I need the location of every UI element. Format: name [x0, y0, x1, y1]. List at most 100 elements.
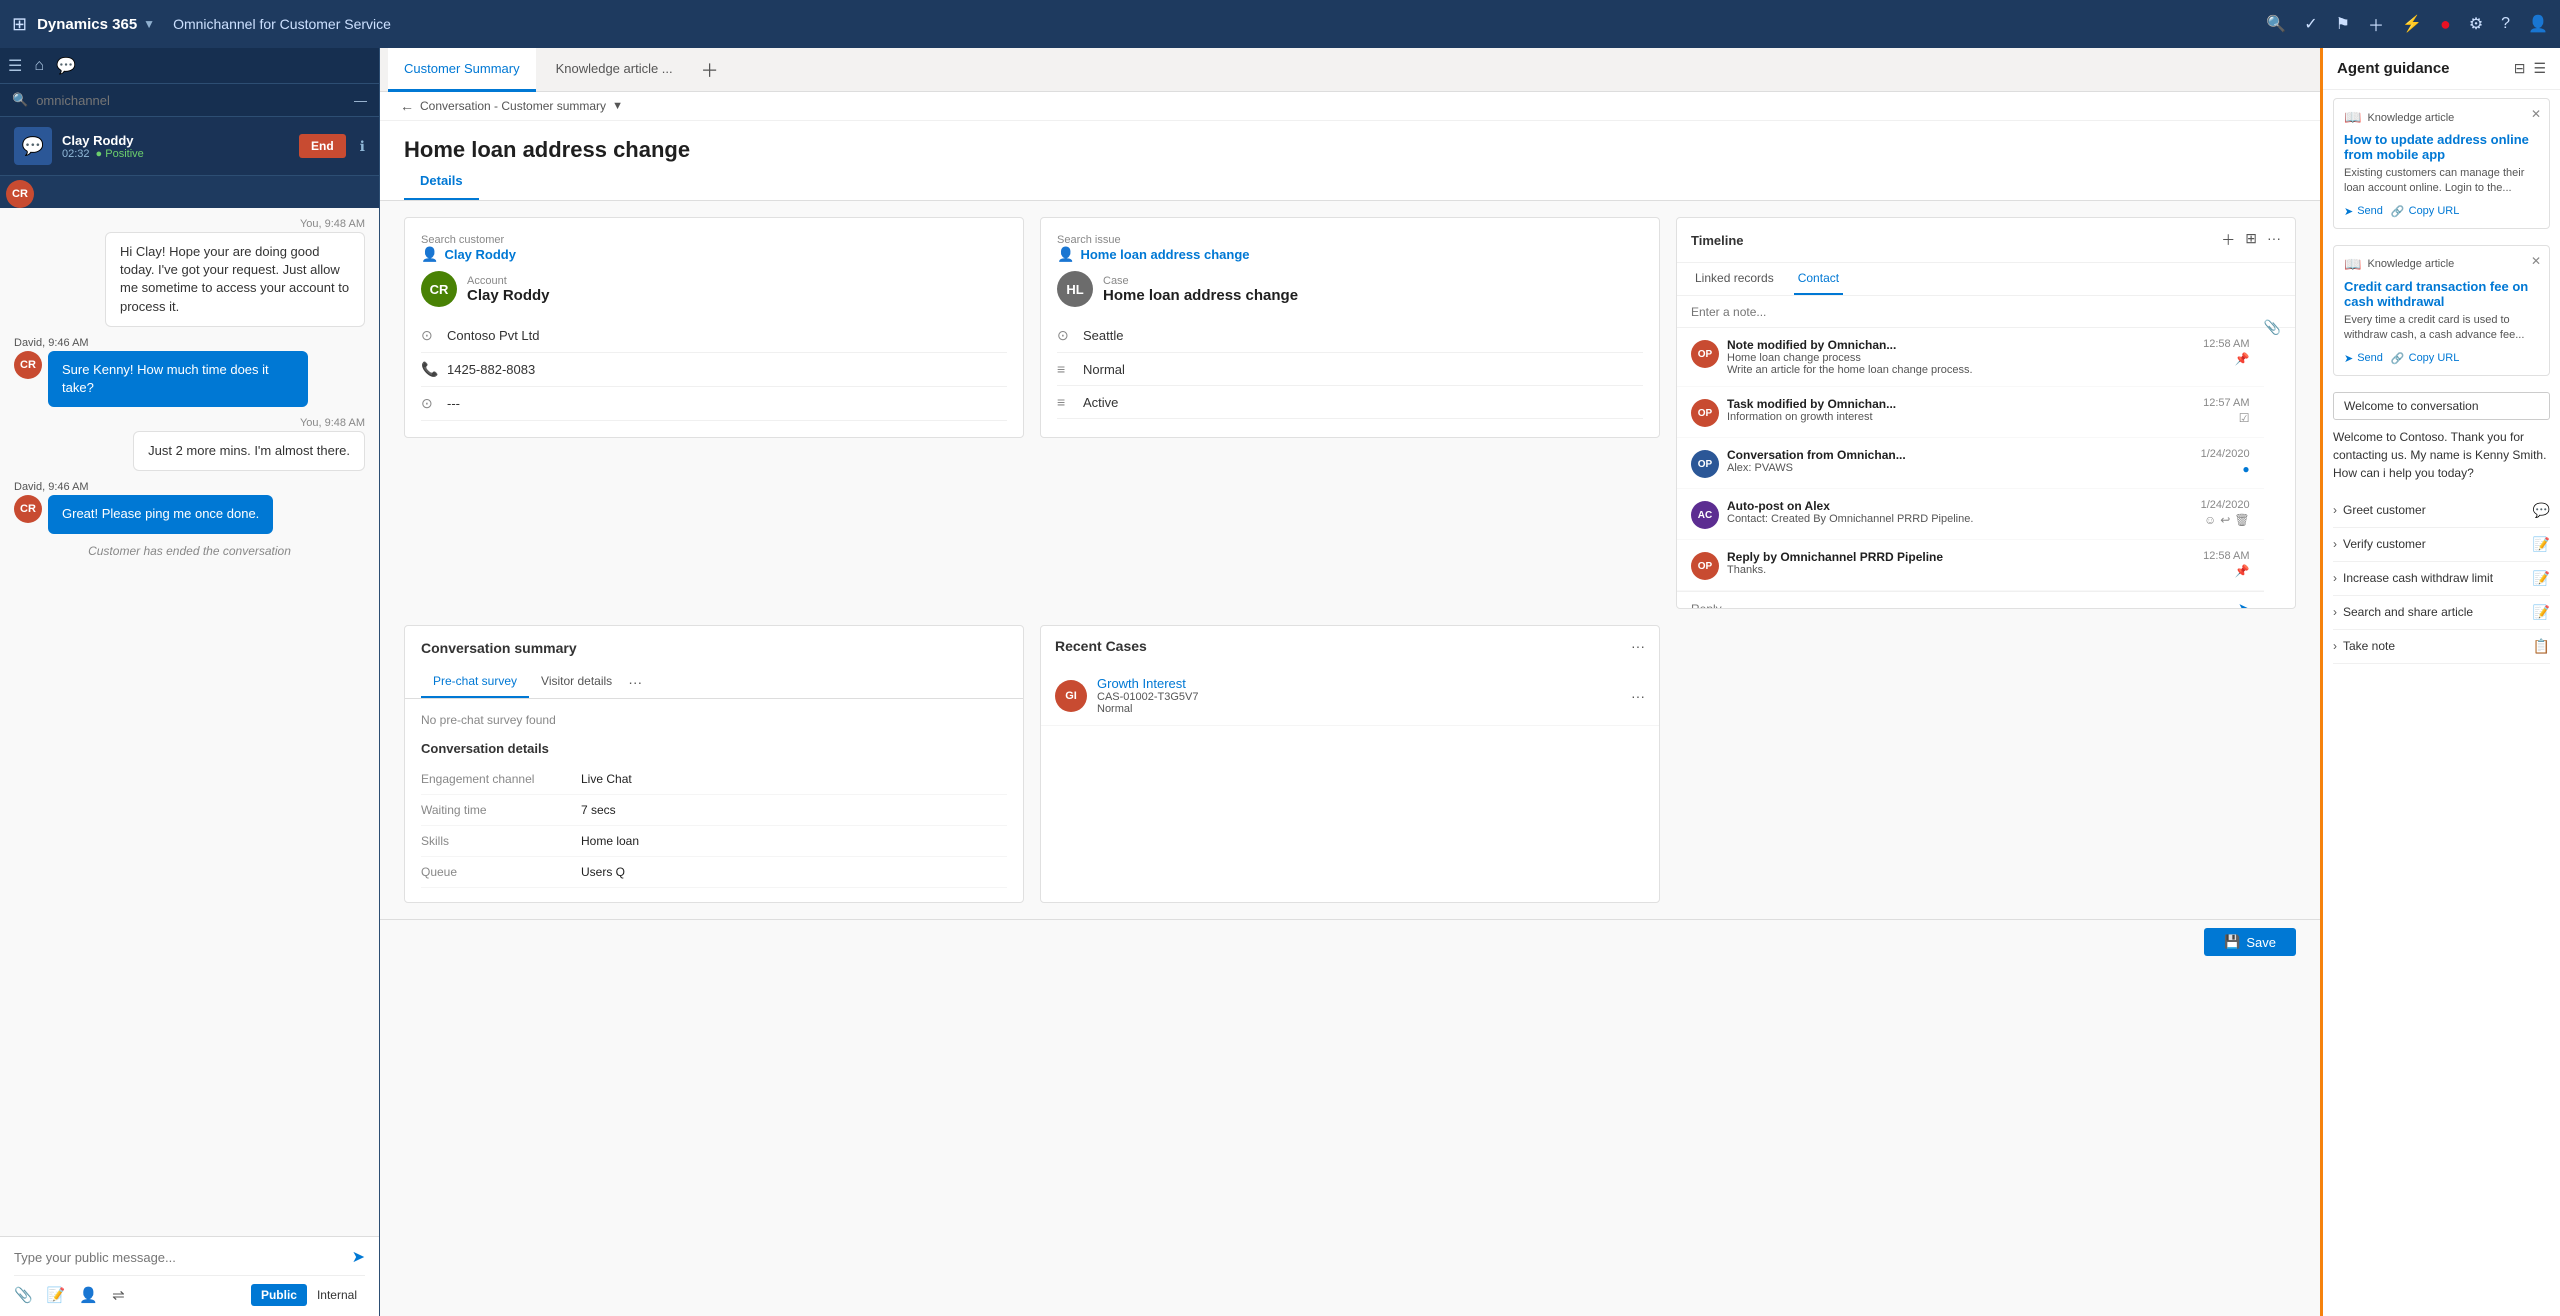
sidebar-menu-icon[interactable]: ☰: [8, 56, 22, 76]
kc-close-1[interactable]: ✕: [2531, 107, 2541, 121]
kc-close-2[interactable]: ✕: [2531, 254, 2541, 268]
phone-field: 📞 1425-882-8083: [421, 353, 1007, 387]
tl-delete-icon[interactable]: 🗑: [2234, 513, 2249, 527]
timeline-more-icon[interactable]: ···: [2267, 230, 2281, 250]
case-item-name[interactable]: Growth Interest: [1097, 676, 1621, 691]
tl-emoji-icon[interactable]: ☺: [2204, 513, 2216, 527]
linked-tab-contact[interactable]: Contact: [1794, 263, 1843, 295]
kc-copy-icon-1: 🔗: [2391, 205, 2405, 218]
public-button[interactable]: Public: [251, 1284, 307, 1306]
end-button[interactable]: End: [299, 134, 346, 158]
sidebar-collapse-icon[interactable]: —: [354, 93, 367, 108]
notification-icon[interactable]: ●: [2440, 14, 2451, 35]
filter-icon[interactable]: ⚡: [2402, 14, 2422, 34]
help-icon[interactable]: ?: [2501, 15, 2510, 33]
kc-copy-url-button-2[interactable]: 🔗 Copy URL: [2391, 352, 2459, 365]
save-bar: 💾 Save: [380, 919, 2320, 964]
sidebar-search-input[interactable]: [36, 93, 346, 108]
search-icon[interactable]: 🔍: [2266, 14, 2286, 34]
script-step-note[interactable]: › Take note 📋: [2333, 630, 2550, 664]
add-tab-button[interactable]: ＋: [693, 57, 727, 83]
linked-tab-records[interactable]: Linked records: [1691, 263, 1778, 295]
person-icon[interactable]: 👤: [2528, 14, 2548, 34]
breadcrumb-back-button[interactable]: ←: [400, 98, 414, 114]
customer-link[interactable]: 👤 Clay Roddy: [421, 246, 1007, 263]
msg-avatar-4: CR: [14, 495, 42, 523]
tab-bar: Customer Summary Knowledge article ... ＋: [380, 48, 2320, 92]
add-icon[interactable]: ＋: [2368, 12, 2384, 36]
conversation-summary-title: Conversation summary: [421, 640, 1007, 656]
ag-collapse-icon[interactable]: ⊟: [2514, 60, 2526, 77]
chat-list-item[interactable]: 💬 Clay Roddy 02:32 ● Positive End ℹ: [0, 117, 379, 176]
tl-pin2-icon[interactable]: 📌: [2235, 564, 2250, 578]
sidebar-chat-icon[interactable]: 💬: [56, 56, 76, 76]
note-attachment-icon[interactable]: 📎: [2264, 319, 2281, 336]
message-2: David, 9:46 AM CR Sure Kenny! How much t…: [14, 337, 365, 407]
kc-send-button-2[interactable]: ➤ Send: [2344, 352, 2383, 365]
timeline-add-icon[interactable]: ＋: [2221, 230, 2235, 250]
tl-reply-icon[interactable]: ↩: [2220, 513, 2230, 527]
status-field: ≡ Active: [1057, 386, 1643, 419]
timeline-item: OP Task modified by Omnichan... Informat…: [1677, 387, 2264, 438]
save-button[interactable]: 💾 Save: [2204, 928, 2296, 956]
message-3: You, 9:48 AM Just 2 more mins. I'm almos…: [133, 417, 365, 471]
msg-avatar-2: CR: [14, 351, 42, 379]
chat-toolbar-icon-1[interactable]: 📎: [14, 1286, 33, 1304]
tl-check-icon[interactable]: ☑: [2239, 411, 2250, 425]
send-message-button[interactable]: ➤: [352, 1247, 365, 1267]
tab-customer-summary[interactable]: Customer Summary: [388, 48, 536, 92]
recent-cases-more[interactable]: ···: [1631, 638, 1645, 654]
extra-field: ⊙ ---: [421, 387, 1007, 421]
account-avatar: CR: [421, 271, 457, 307]
script-step-verify[interactable]: › Verify customer 📝: [2333, 528, 2550, 562]
script-step-search[interactable]: › Search and share article 📝: [2333, 596, 2550, 630]
internal-button[interactable]: Internal: [309, 1284, 365, 1306]
timeline-item: OP Conversation from Omnichan... Alex: P…: [1677, 438, 2264, 489]
chat-toolbar-icon-2[interactable]: 📝: [47, 1286, 66, 1304]
case-item-more[interactable]: ···: [1631, 688, 1645, 704]
tab-knowledge-article[interactable]: Knowledge article ...: [540, 48, 689, 92]
conv-tab-more[interactable]: ···: [624, 666, 646, 698]
phone-icon: 📞: [421, 361, 439, 378]
chat-toolbar-icon-4[interactable]: ⇌: [112, 1286, 125, 1304]
top-nav-right: 🔍 ✓ ⚑ ＋ ⚡ ● ⚙ ? 👤: [2266, 12, 2548, 36]
issue-card: Search issue 👤 Home loan address change …: [1040, 217, 1660, 438]
issue-link[interactable]: 👤 Home loan address change: [1057, 246, 1643, 263]
script-dropdown[interactable]: Welcome to conversation: [2333, 392, 2550, 420]
conv-tab-visitor[interactable]: Visitor details: [529, 666, 624, 698]
tl-pin-icon[interactable]: 📌: [2235, 352, 2250, 366]
script-welcome-text: Welcome to Contoso. Thank you for contac…: [2333, 428, 2550, 482]
chat-messages-area: You, 9:48 AM Hi Clay! Hope your are doin…: [0, 208, 379, 1236]
flag-icon[interactable]: ⚑: [2336, 14, 2350, 34]
company-field: ⊙ Contoso Pvt Ltd: [421, 319, 1007, 353]
conv-tab-pre-chat[interactable]: Pre-chat survey: [421, 666, 529, 698]
grid-row-1: Search customer 👤 Clay Roddy CR Account …: [380, 201, 2320, 625]
kc-title-2[interactable]: Credit card transaction fee on cash with…: [2344, 279, 2539, 309]
ag-list-icon[interactable]: ☰: [2533, 60, 2546, 77]
grid-icon[interactable]: ⊞: [12, 14, 27, 35]
sidebar-home-icon[interactable]: ⌂: [34, 57, 44, 75]
timeline-item: OP Note modified by Omnichan... Home loa…: [1677, 328, 2264, 387]
sidebar-search-bar: 🔍 —: [0, 84, 379, 117]
timeline-filter-icon[interactable]: ⊞: [2245, 230, 2257, 250]
note-input-field[interactable]: [1691, 305, 2281, 319]
kc-copy-url-button-1[interactable]: 🔗 Copy URL: [2391, 205, 2459, 218]
agent-guidance-header: Agent guidance ⊟ ☰: [2323, 48, 2560, 90]
chat-toolbar-icon-3[interactable]: 👤: [79, 1286, 98, 1304]
copilot-icon[interactable]: ✓: [2304, 14, 2317, 34]
reply-send-button[interactable]: ➤: [2238, 600, 2250, 608]
chat-message-input[interactable]: [14, 1250, 344, 1265]
app-name: Dynamics 365 ▼: [37, 16, 155, 33]
kc-send-button-1[interactable]: ➤ Send: [2344, 205, 2383, 218]
reply-input-area: ➤: [1677, 591, 2264, 608]
step-chevron-4: ›: [2333, 605, 2337, 619]
kc-title-1[interactable]: How to update address online from mobile…: [2344, 132, 2539, 162]
location-field: ⊙ Seattle: [1057, 319, 1643, 353]
reply-input-field[interactable]: [1691, 602, 2238, 609]
customer-card: Search customer 👤 Clay Roddy CR Account …: [404, 217, 1024, 438]
sub-tab-details[interactable]: Details: [404, 163, 479, 200]
settings-icon[interactable]: ⚙: [2469, 14, 2483, 34]
script-step-greet[interactable]: › Greet customer 💬: [2333, 494, 2550, 528]
script-step-cash[interactable]: › Increase cash withdraw limit 📝: [2333, 562, 2550, 596]
chat-info-icon[interactable]: ℹ: [360, 138, 365, 155]
